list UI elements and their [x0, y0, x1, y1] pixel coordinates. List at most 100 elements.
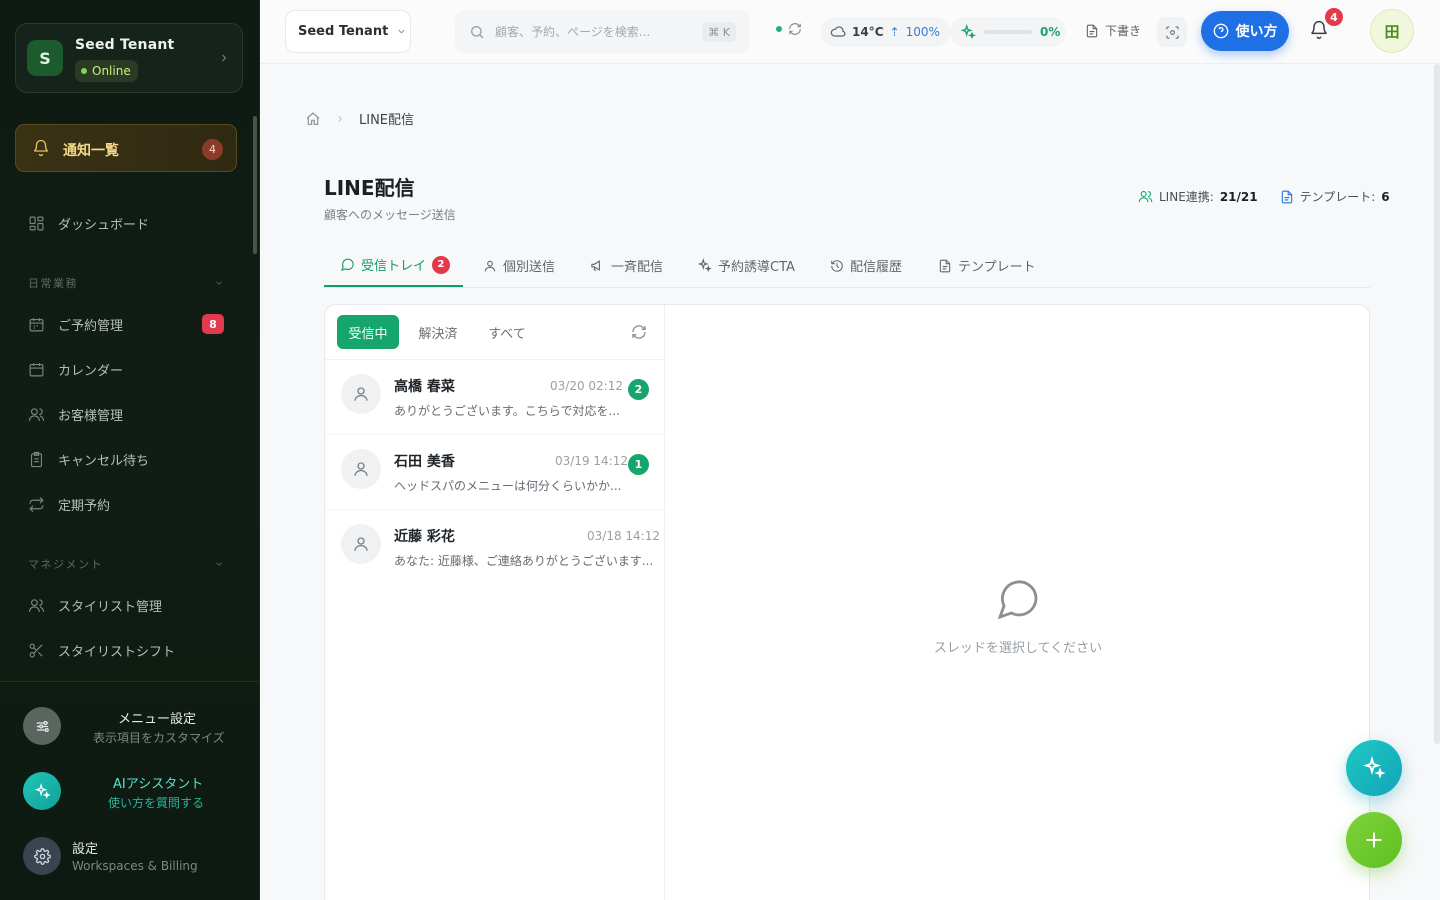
- user-avatar-icon: [341, 524, 381, 564]
- weather-widget[interactable]: 14°C ⇡ 100%: [820, 17, 950, 47]
- chevron-down-icon: [398, 29, 405, 34]
- document-icon: [1281, 190, 1292, 203]
- main-scrollbar[interactable]: [1434, 64, 1440, 744]
- grid-icon: [29, 216, 44, 230]
- scan-button[interactable]: [1157, 17, 1187, 47]
- weather-humidity-icon: ⇡: [889, 25, 900, 39]
- tab-label: 配信履歴: [850, 260, 903, 275]
- help-label: 使い方: [1235, 24, 1278, 40]
- clipboard-icon: [30, 451, 43, 467]
- divider: [0, 681, 259, 682]
- online-dot-icon: [81, 68, 87, 74]
- tenant-switcher[interactable]: S Seed Tenant Online: [15, 23, 243, 93]
- tab-label: 一斉配信: [611, 260, 664, 275]
- sidebar-item-recurring[interactable]: 定期予約: [28, 493, 110, 515]
- sidebar-item-calendar[interactable]: カレンダー: [28, 358, 123, 380]
- sidebar-item-label: スタイリスト管理: [58, 599, 163, 615]
- empty-state-text: スレッドを選択してください: [933, 641, 1103, 656]
- home-icon[interactable]: [305, 111, 321, 127]
- user-avatar-icon: [341, 449, 381, 489]
- line-link-label: LINE連携:: [1159, 190, 1214, 204]
- template-count-label: テンプレート:: [1299, 190, 1376, 204]
- help-button[interactable]: 使い方: [1201, 11, 1289, 51]
- thread-filters: 受信中 解決済 すべて: [337, 315, 647, 349]
- chat-bubble-icon: [997, 580, 1038, 620]
- sidebar-item-reservations[interactable]: ご予約管理: [28, 313, 123, 335]
- section-management-toggle[interactable]: マネジメント: [28, 556, 224, 572]
- chevron-right-icon: [222, 54, 227, 62]
- thread-time: 03/18 14:12: [587, 529, 660, 543]
- thread-item[interactable]: 高橋 春菜 03/20 02:12 2 ありがとうございます。こちらで対応を..…: [325, 360, 665, 434]
- inbox-panel: 受信中 解決済 すべて 高橋 春菜 03/20 02:12 2 ありがとうござい…: [324, 304, 1370, 900]
- cloud-icon: [830, 26, 846, 37]
- user-avatar[interactable]: 田: [1370, 9, 1414, 53]
- sync-status[interactable]: [776, 22, 802, 36]
- bell-icon[interactable]: [1309, 20, 1329, 40]
- notifications-count: 4: [202, 139, 223, 160]
- settings-sub: Workspaces & Billing: [72, 859, 198, 873]
- sidebar-item-customers[interactable]: お客様管理: [28, 403, 123, 425]
- refresh-icon[interactable]: [631, 324, 647, 340]
- sidebar-item-stylists[interactable]: スタイリスト管理: [28, 594, 162, 616]
- drafts-label: 下書き: [1105, 24, 1142, 38]
- scan-icon: [1165, 25, 1179, 39]
- section-daily-toggle[interactable]: 日常業務: [28, 275, 224, 291]
- thread-item[interactable]: 近藤 彩花 03/18 14:12 あなた: 近藤様、ご連絡ありがとうございます…: [325, 510, 665, 584]
- scissors-icon: [29, 643, 43, 657]
- sidebar-item-label: ダッシュボード: [58, 217, 150, 233]
- sync-dot-icon: [776, 26, 782, 32]
- sparkle-icon: [697, 258, 712, 273]
- sidebar-item-dashboard[interactable]: ダッシュボード: [28, 212, 149, 234]
- thread-name: 石田 美香: [394, 454, 455, 470]
- reservations-badge: 8: [202, 314, 224, 334]
- tab-label: テンプレート: [958, 260, 1036, 275]
- status-badge: Online: [75, 60, 138, 82]
- drafts-button[interactable]: 下書き: [1085, 22, 1141, 39]
- thread-time: 03/20 02:12: [550, 379, 623, 393]
- help-circle-icon: [1213, 23, 1228, 39]
- filter-all-button[interactable]: すべて: [477, 315, 537, 349]
- search-input[interactable]: [495, 24, 695, 39]
- sidebar-item-shifts[interactable]: スタイリストシフト: [28, 639, 175, 661]
- thread-item[interactable]: 石田 美香 03/19 14:12 1 ヘッドスパのメニューは何分くらいかか..…: [325, 435, 665, 509]
- sliders-icon: [23, 707, 61, 745]
- tenant-name: Seed Tenant: [75, 37, 175, 53]
- notifications-button[interactable]: 通知一覧 4: [15, 124, 237, 172]
- tab-history[interactable]: 配信履歴: [830, 244, 902, 287]
- ai-assistant-fab[interactable]: [1346, 740, 1402, 796]
- template-count-value: 6: [1381, 189, 1390, 204]
- sidebar-scrollbar[interactable]: [253, 116, 257, 254]
- filter-resolved-button[interactable]: 解決済: [407, 315, 469, 349]
- tab-cta[interactable]: 予約誘導CTA: [697, 244, 795, 287]
- users-icon: [1138, 190, 1153, 203]
- repeat-icon: [29, 496, 44, 512]
- thread-name: 近藤 彩花: [394, 529, 455, 545]
- document-icon: [939, 259, 951, 272]
- sparkle-icon: [960, 24, 976, 40]
- bell-icon: [33, 139, 49, 157]
- tab-templates[interactable]: テンプレート: [938, 244, 1036, 287]
- chat-icon: [340, 258, 354, 272]
- notification-badge: 4: [1325, 8, 1343, 26]
- users-icon: [28, 598, 45, 612]
- sparkle-icon: [1363, 756, 1386, 779]
- plus-icon: [1366, 832, 1382, 848]
- tab-inbox[interactable]: 受信トレイ 2: [324, 244, 463, 287]
- page-title: LINE配信: [324, 176, 415, 200]
- add-button[interactable]: [1346, 812, 1402, 868]
- tab-broadcast[interactable]: 一斉配信: [590, 244, 663, 287]
- tenant-select[interactable]: Seed Tenant: [285, 10, 411, 53]
- search-bar[interactable]: ⌘ K: [455, 10, 750, 53]
- filter-open-button[interactable]: 受信中: [337, 315, 399, 349]
- tab-individual[interactable]: 個別送信: [483, 244, 555, 287]
- sidebar-item-waitlist[interactable]: キャンセル待ち: [28, 448, 149, 470]
- chevron-down-icon: [216, 281, 222, 285]
- page-subtitle: 顧客へのメッセージ送信: [324, 208, 456, 222]
- topbar: Seed Tenant ⌘ K 14°C ⇡ 100% 0% 下書き 使い方 4…: [260, 0, 1440, 64]
- ai-usage-meter[interactable]: 0%: [950, 17, 1066, 47]
- sidebar: S Seed Tenant Online 通知一覧 4 ダッシュボード 日常業務…: [0, 0, 260, 900]
- unread-badge: 2: [628, 379, 649, 400]
- empty-state: スレッドを選択してください: [934, 575, 1102, 656]
- sidebar-item-label: お客様管理: [58, 408, 124, 424]
- document-icon: [1086, 24, 1098, 37]
